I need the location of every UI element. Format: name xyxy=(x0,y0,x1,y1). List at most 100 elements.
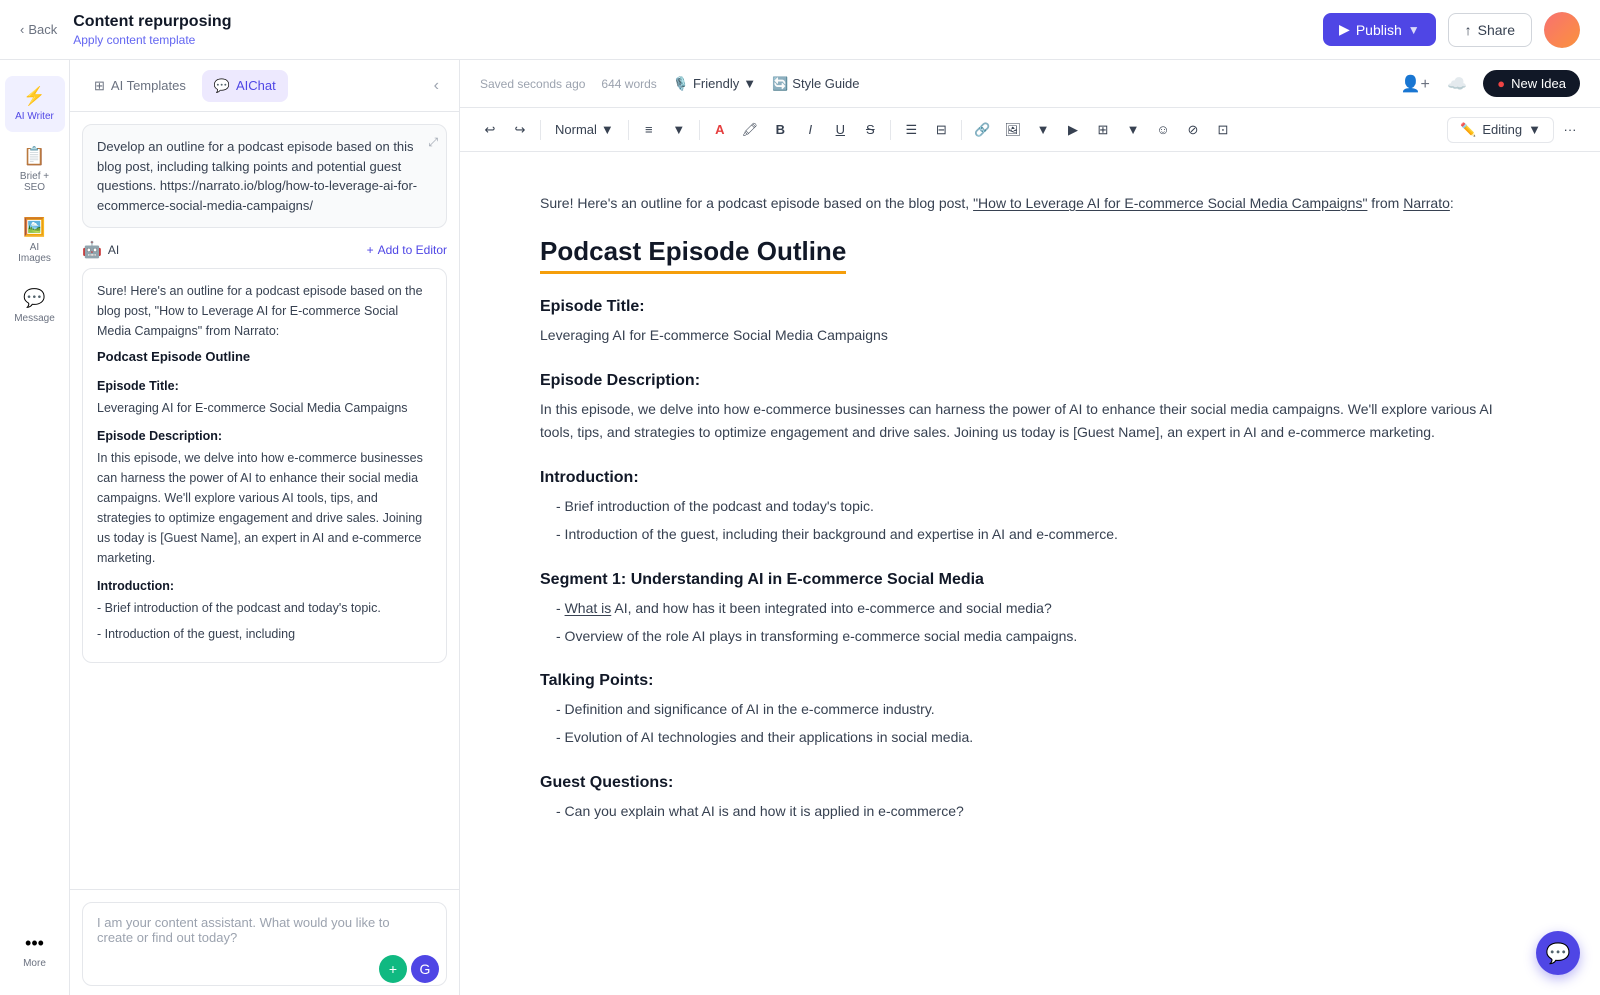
sidebar-item-ai-writer[interactable]: ⚡ AI Writer xyxy=(5,76,65,132)
ai-episode-desc-content: In this episode, we delve into how e-com… xyxy=(97,448,432,568)
tab-ai-templates[interactable]: ⊞ AI Templates xyxy=(82,70,198,102)
page-title: Content repurposing xyxy=(73,13,1323,31)
more-options-button[interactable]: ⊡ xyxy=(1209,118,1237,142)
editor-main-title: Podcast Episode Outline xyxy=(540,236,846,274)
link-button[interactable]: 🔗 xyxy=(968,118,996,142)
editing-mode-badge[interactable]: ✏️ Editing ▼ xyxy=(1447,117,1554,143)
style-guide-button[interactable]: 🔄 Style Guide xyxy=(772,76,859,92)
text-color-button[interactable]: A xyxy=(706,118,734,141)
editor-section-item: - Brief introduction of the podcast and … xyxy=(540,495,1520,519)
highlight-button[interactable]: 🖍 xyxy=(736,118,765,142)
italic-button[interactable]: I xyxy=(796,118,824,141)
emoji-button[interactable]: ☺ xyxy=(1149,118,1177,141)
back-button[interactable]: ‹ Back xyxy=(20,22,57,37)
bullet-list-button[interactable]: ☰ xyxy=(897,118,925,142)
publish-button[interactable]: ▶ Publish ▼ xyxy=(1323,13,1436,46)
header-title-group: Content repurposing Apply content templa… xyxy=(73,13,1323,47)
sidebar-item-brief-seo[interactable]: 📋 Brief + SEO xyxy=(5,136,65,203)
table-button[interactable]: ⊞ xyxy=(1089,118,1117,142)
align-chevron-button[interactable]: ▼ xyxy=(665,118,693,141)
send-icons: + G xyxy=(379,955,439,983)
word-count: 644 words xyxy=(601,77,656,91)
editor-content[interactable]: Sure! Here's an outline for a podcast ep… xyxy=(460,152,1600,995)
editor-section-item: - Overview of the role AI plays in trans… xyxy=(540,625,1520,649)
sidebar-item-label: More xyxy=(23,958,46,969)
publish-chevron-icon: ▼ xyxy=(1408,23,1420,37)
blog-post-link[interactable]: "How to Leverage AI for E-commerce Socia… xyxy=(973,195,1367,211)
share-button[interactable]: ↑ Share xyxy=(1448,13,1532,47)
separator xyxy=(540,120,541,140)
ai-message-body: Sure! Here's an outline for a podcast ep… xyxy=(82,268,447,663)
new-idea-button[interactable]: ● New Idea xyxy=(1483,70,1580,97)
expand-icon[interactable]: ⤢ xyxy=(428,133,438,151)
chat-bubble-icon: 💬 xyxy=(1546,941,1571,966)
editor-section-talking-points: Talking Points: - Definition and signifi… xyxy=(540,672,1520,750)
ai-intro: Sure! Here's an outline for a podcast ep… xyxy=(97,281,432,341)
header-right: ▶ Publish ▼ ↑ Share xyxy=(1323,12,1580,48)
image-icon: 🖼️ xyxy=(23,217,45,238)
editor-section-item: - Can you explain what AI is and how it … xyxy=(540,800,1520,824)
add-to-editor-button[interactable]: + Add to Editor xyxy=(367,243,447,257)
lightning-icon: ⚡ xyxy=(23,86,45,107)
numbered-list-button[interactable]: ⊟ xyxy=(927,118,955,142)
editor-section-heading: Episode Title: xyxy=(540,298,1520,316)
editor-format-bar: ↩ ↪ Normal ▼ ≡ ▼ A 🖍 B I U S ☰ ⊟ 🔗 🖼 ▼ ▶ xyxy=(460,108,1600,152)
editor-section-episode-desc: Episode Description: In this episode, we… xyxy=(540,372,1520,446)
align-button[interactable]: ≡ xyxy=(635,118,663,141)
chat-icon: 💬 xyxy=(214,78,230,94)
play-button[interactable]: ▶ xyxy=(1059,118,1087,142)
editor-section-item: - What is AI, and how has it been integr… xyxy=(540,597,1520,621)
panel-tabs: ⊞ AI Templates 💬 AIChat ‹ xyxy=(70,60,459,112)
separator xyxy=(961,120,962,140)
editor-section-item: - Evolution of AI technologies and their… xyxy=(540,726,1520,750)
editor-section-heading: Introduction: xyxy=(540,469,1520,487)
publish-label: Publish xyxy=(1356,22,1402,38)
cloud-icon-btn[interactable]: ☁️ xyxy=(1441,68,1473,100)
strikethrough-button[interactable]: S xyxy=(856,118,884,141)
publish-icon: ▶ xyxy=(1339,21,1350,38)
ai-intro-item1: - Brief introduction of the podcast and … xyxy=(97,598,432,618)
table-chevron-button[interactable]: ▼ xyxy=(1119,118,1147,141)
apply-template-link[interactable]: Apply content template xyxy=(73,33,195,47)
editor-section-body: Leveraging AI for E-commerce Social Medi… xyxy=(540,324,1520,348)
chat-area: Develop an outline for a podcast episode… xyxy=(70,112,459,889)
editing-chevron-icon: ▼ xyxy=(1528,122,1541,137)
clear-format-button[interactable]: ⊘ xyxy=(1179,118,1207,142)
more-btn[interactable]: ··· xyxy=(1556,118,1584,141)
image-chevron-button[interactable]: ▼ xyxy=(1029,118,1057,141)
underline-button[interactable]: U xyxy=(826,118,854,141)
bold-button[interactable]: B xyxy=(766,118,794,141)
separator xyxy=(699,120,700,140)
editor-section-guest-questions: Guest Questions: - Can you explain what … xyxy=(540,774,1520,824)
tab-label: AI Templates xyxy=(111,78,186,93)
avatar[interactable] xyxy=(1544,12,1580,48)
send-button[interactable]: + xyxy=(379,955,407,983)
editor-section-heading: Episode Description: xyxy=(540,372,1520,390)
redo-button[interactable]: ↪ xyxy=(506,118,534,142)
ai-message-header: 🤖 AI + Add to Editor xyxy=(82,240,447,260)
chat-bubble-button[interactable]: 💬 xyxy=(1536,931,1580,975)
panel-input-footer: + G xyxy=(82,955,447,983)
sidebar-item-label: AI Writer xyxy=(15,111,54,122)
top-header: ‹ Back Content repurposing Apply content… xyxy=(0,0,1600,60)
share-icon: ↑ xyxy=(1465,22,1472,38)
message-icon: 💬 xyxy=(23,288,45,309)
image-button[interactable]: 🖼 xyxy=(998,118,1027,142)
separator xyxy=(890,120,891,140)
grid-icon: ⊞ xyxy=(94,78,105,94)
sidebar-item-ai-images[interactable]: 🖼️ AI Images xyxy=(5,207,65,274)
sidebar-item-more[interactable]: ••• More xyxy=(5,923,65,979)
brief-icon: 📋 xyxy=(23,146,45,167)
toolbar-right: 👤+ ☁️ ● New Idea xyxy=(1399,68,1580,100)
collapse-panel-button[interactable]: ‹ xyxy=(426,73,447,99)
sidebar-item-label: Message xyxy=(14,313,55,324)
user-add-icon-btn[interactable]: 👤+ xyxy=(1399,68,1431,100)
style-select[interactable]: Normal ▼ xyxy=(547,118,622,141)
undo-button[interactable]: ↩ xyxy=(476,118,504,142)
tone-button[interactable]: 🎙️ Friendly ▼ xyxy=(673,76,756,92)
editing-label: Editing xyxy=(1482,122,1522,137)
editor-section-body: In this episode, we delve into how e-com… xyxy=(540,398,1520,446)
sidebar-item-message[interactable]: 💬 Message xyxy=(5,278,65,334)
ai-send-button[interactable]: G xyxy=(411,955,439,983)
tab-aichat[interactable]: 💬 AIChat xyxy=(202,70,288,102)
